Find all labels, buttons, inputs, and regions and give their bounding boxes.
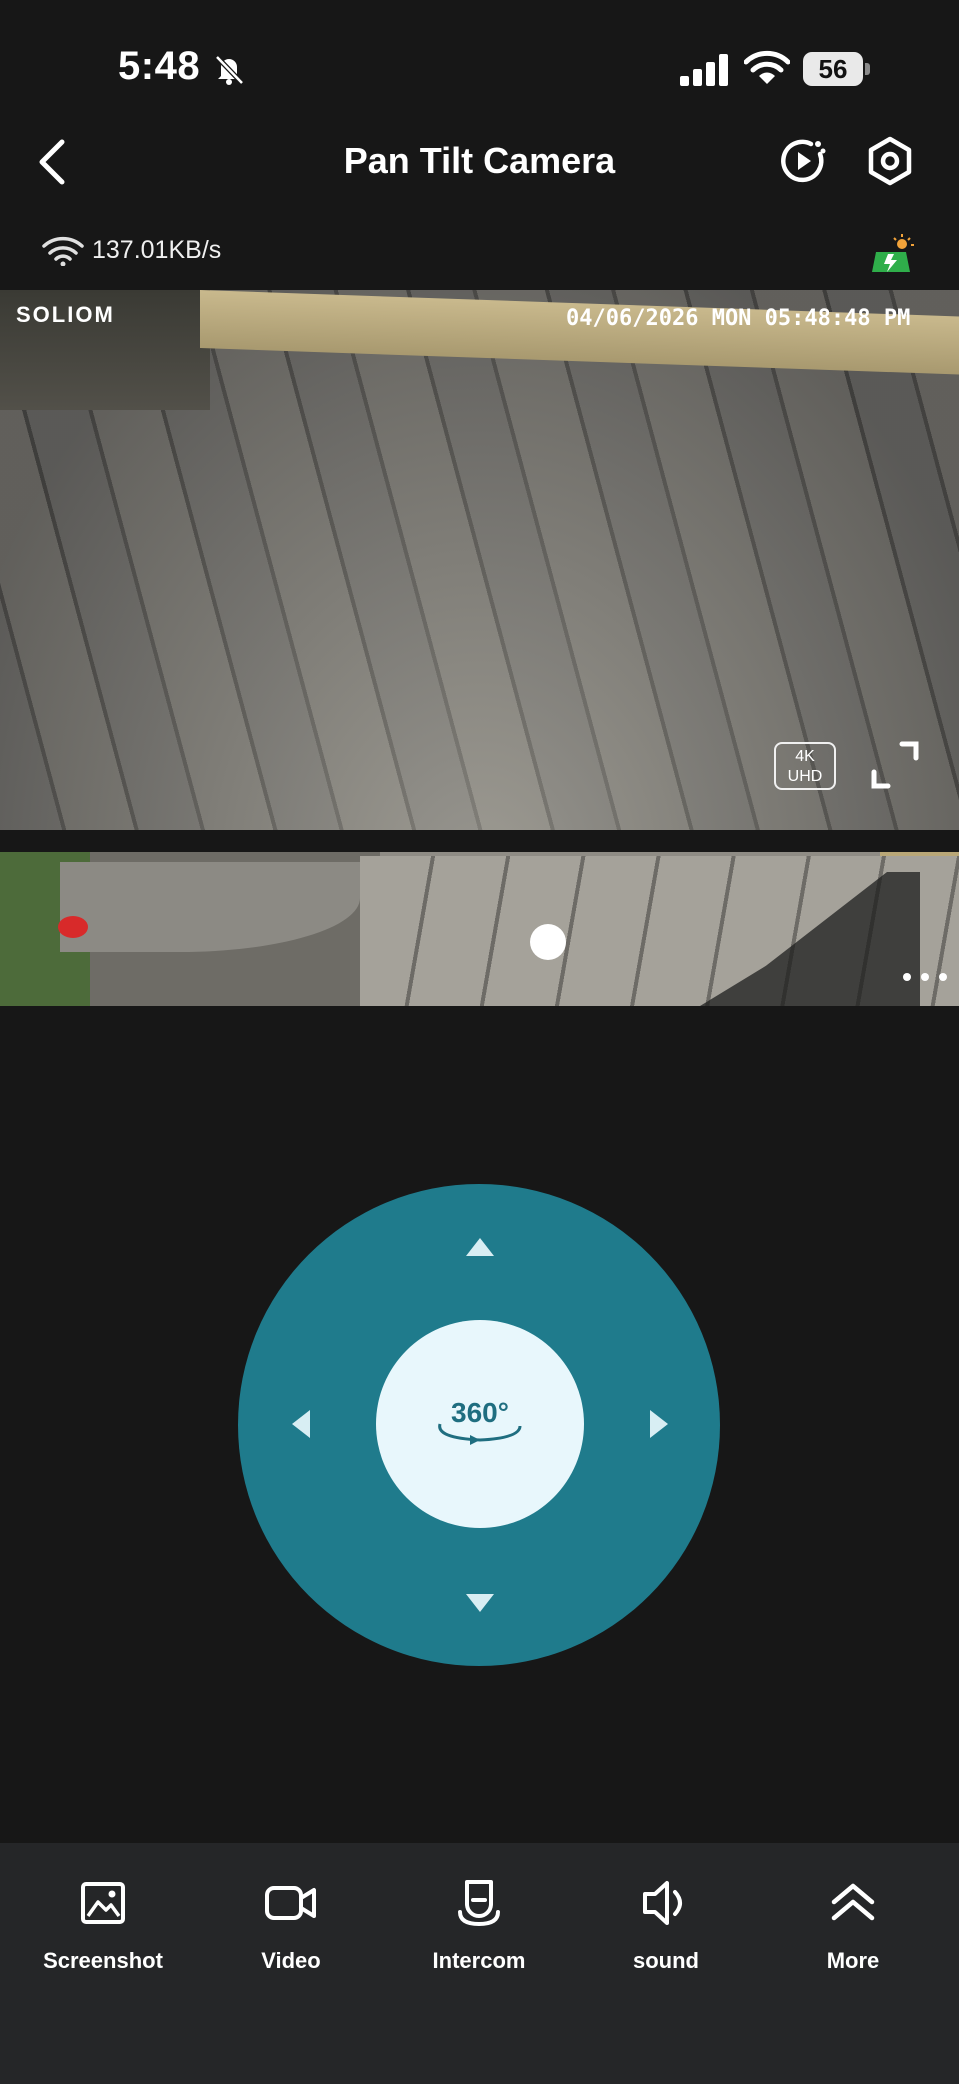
bell-muted-icon bbox=[215, 55, 244, 85]
quality-line-1: 4K bbox=[795, 748, 815, 765]
pan-left-arrow-icon[interactable] bbox=[282, 1404, 322, 1444]
battery-indicator: 56 bbox=[803, 52, 871, 86]
more-label: More bbox=[826, 1948, 880, 1973]
status-time: 5:48 bbox=[118, 44, 201, 88]
image-icon bbox=[81, 1882, 125, 1924]
pan-right-arrow-icon[interactable] bbox=[638, 1404, 678, 1444]
more-button[interactable]: More bbox=[773, 1878, 933, 1974]
double-chevron-up-icon bbox=[831, 1883, 875, 1921]
ptz-360-label: 360° bbox=[451, 1397, 509, 1428]
settings-hexagon-icon[interactable] bbox=[865, 136, 915, 186]
intercom-label: Intercom bbox=[432, 1948, 526, 1973]
pan-up-arrow-icon[interactable] bbox=[460, 1228, 500, 1268]
intercom-button[interactable]: Intercom bbox=[399, 1878, 559, 1974]
sound-label: sound bbox=[633, 1948, 699, 1973]
solar-charging-icon bbox=[872, 234, 914, 272]
cellular-signal-icon bbox=[680, 54, 728, 86]
network-rate: 137.01KB/s bbox=[92, 236, 222, 264]
panorama-strip[interactable] bbox=[0, 852, 959, 1006]
wifi-icon bbox=[744, 50, 790, 84]
video-label: Video bbox=[261, 1948, 321, 1973]
camera-brand-watermark: SOLIOM bbox=[16, 302, 115, 327]
more-dots-icon[interactable] bbox=[900, 970, 950, 984]
panorama-road bbox=[60, 862, 360, 952]
battery-level: 56 bbox=[803, 52, 863, 86]
video-deck-rail bbox=[200, 290, 959, 375]
wifi-signal-icon bbox=[42, 236, 84, 266]
screenshot-label: Screenshot bbox=[43, 1948, 163, 1973]
screenshot-button[interactable]: Screenshot bbox=[23, 1878, 183, 1974]
quality-toggle-button[interactable]: 4K UHD bbox=[774, 742, 836, 790]
intercom-icon bbox=[458, 1880, 500, 1927]
pan-down-arrow-icon[interactable] bbox=[460, 1582, 500, 1622]
video-record-button[interactable]: Video bbox=[211, 1878, 371, 1974]
rotate-360-icon[interactable]: 360° bbox=[430, 1392, 530, 1452]
fullscreen-icon[interactable] bbox=[868, 738, 922, 792]
sound-button[interactable]: sound bbox=[586, 1878, 746, 1974]
quality-line-2: UHD bbox=[787, 768, 823, 785]
playback-icon[interactable] bbox=[778, 136, 828, 186]
panorama-position-marker[interactable] bbox=[530, 924, 566, 960]
video-camera-icon bbox=[265, 1886, 316, 1920]
speaker-icon bbox=[643, 1881, 682, 1925]
live-video-feed[interactable]: SOLIOM 04/06/2026 MON 05:48:48 PM 4K UHD bbox=[0, 290, 959, 830]
video-timestamp: 04/06/2026 MON 05:48:48 PM bbox=[566, 306, 911, 331]
panorama-sign bbox=[58, 916, 88, 938]
